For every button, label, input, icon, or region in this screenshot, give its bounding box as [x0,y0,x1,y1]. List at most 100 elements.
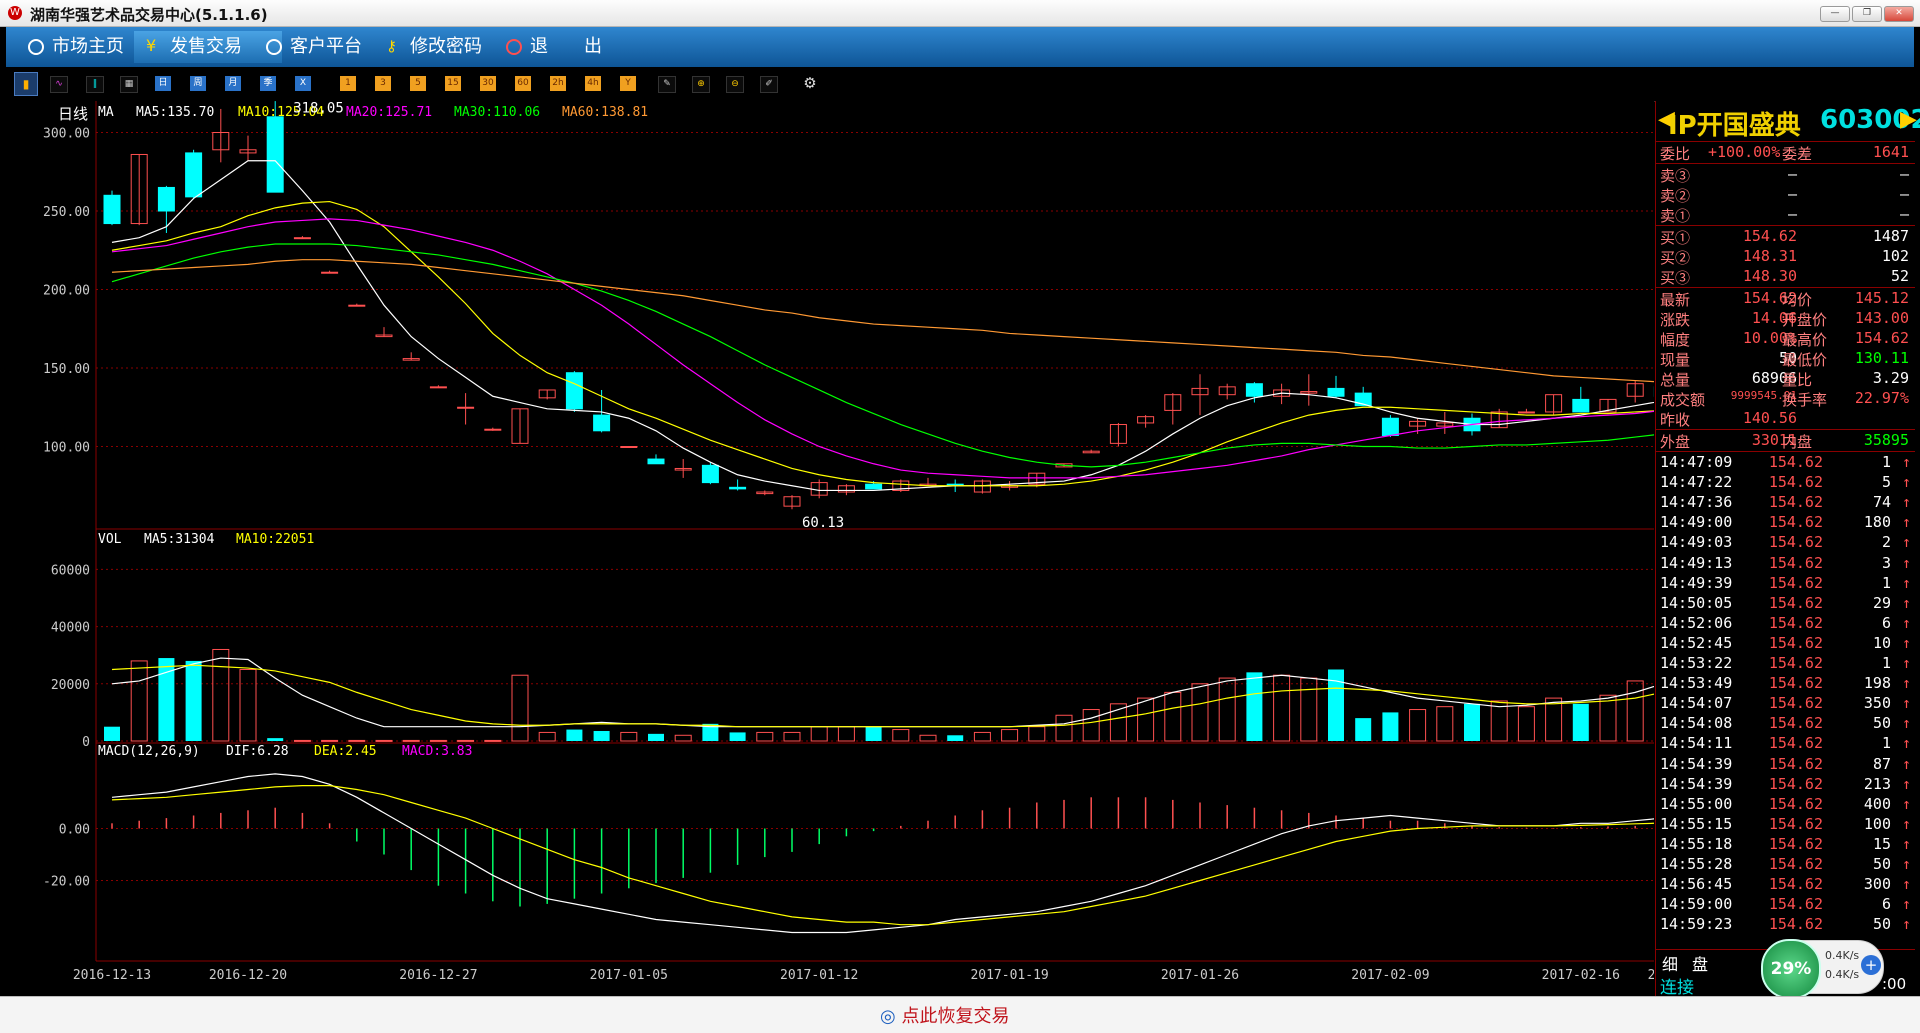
date-label: 2017-01-05 [590,968,668,983]
settings-gear-icon[interactable]: ⚙ [802,76,818,91]
volume-bar-up [293,739,311,742]
stat-value-2: 130.11 [1854,349,1909,367]
volume-bar-down [1382,712,1399,741]
period-day-button[interactable]: 日 [155,76,171,91]
date-label: 2017-02-16 [1542,968,1620,983]
period-3min-button[interactable]: 3 [375,76,391,91]
macd-legend-item: MACD:3.83 [402,744,472,759]
period-5min-button[interactable]: 5 [410,76,426,91]
period-1min-button[interactable]: 1 [340,76,356,91]
tick-time: 14:49:39 [1660,573,1733,592]
line-chart-icon[interactable]: ∿ [50,76,68,93]
macd-legend-item: MACD(12,26,9) [98,744,200,759]
stat-label-2: 换手率 [1782,391,1828,409]
tick-price: 154.62 [1768,794,1823,813]
candle-body-up [321,271,339,274]
period-2h-button[interactable]: 2h [550,76,566,91]
calendar-icon[interactable]: ▦ [120,76,138,93]
tick-volume: 6 [1881,613,1891,632]
volume-bar-up [375,739,393,742]
volume-bar-down [185,660,202,741]
price-ma60-line [111,259,1654,383]
period-year-button[interactable]: Y [620,76,636,91]
restore-trade-link[interactable]: ◎ 点此恢复交易 [880,1002,1009,1028]
vol-legend-item: VOL [98,532,122,547]
candle-chart-icon[interactable]: ‖ [86,76,104,93]
volume-bar-down [729,732,746,741]
macd-tick-label: 0.00 [59,823,90,838]
tick-up-arrow-icon: ↑ [1901,915,1911,934]
period-month-button[interactable]: 月 [225,76,241,91]
sell-volume: — [1899,185,1909,203]
tick-row: 14:49:13 154.62 3 ↑ [1656,554,1915,574]
maximize-button[interactable]: ❐ [1852,6,1882,22]
stat-label-2: 量比 [1782,371,1813,389]
kline-chart-area[interactable]: 300.00 250.00 200.00 150.00 100.00 60000 40000… [6,101,1654,996]
stat-row: 成交额 9999545.01 换手率 22.97% [1656,389,1915,409]
tick-time: 14:54:11 [1660,734,1733,753]
kline-chart-icon[interactable]: ▮ [14,72,38,96]
sell-price: — [1787,205,1797,223]
volume-bar-up [1409,709,1427,742]
tick-price: 154.62 [1768,533,1823,552]
tick-row: 14:55:18 154.62 15 ↑ [1656,835,1915,855]
stat-label-2: 开盘价 [1782,311,1828,329]
tick-up-arrow-icon: ↑ [1901,794,1911,813]
power-icon [506,39,522,55]
period-x-button[interactable]: X [295,76,311,91]
tick-volume: 100 [1863,814,1891,833]
next-stock-arrow-icon[interactable]: ▶ [1900,107,1917,132]
price-tick-label: 200.00 [43,284,90,299]
zoom-in-icon[interactable]: ⊕ [692,76,710,93]
minimize-button[interactable]: — [1820,6,1850,22]
quote-separator [1656,163,1915,164]
volume-bar-up [1218,677,1236,742]
period-4h-button[interactable]: 4h [585,76,601,91]
market-home-icon [28,39,44,55]
date-label: 2017-01-19 [970,968,1048,983]
tick-volume: 3 [1881,553,1891,572]
candle-body-down [865,483,883,490]
sell-level-row: 卖② — — [1656,185,1915,205]
candle-body-down [701,464,719,484]
candle-body-down [1381,417,1399,437]
vol-tick-label: 20000 [51,678,90,693]
tick-up-arrow-icon: ↑ [1901,694,1911,713]
draw-tool-icon[interactable]: ✎ [658,76,676,93]
window-title: 湖南华强艺术品交易中心(5.1.1.6) [30,6,268,24]
menu-exit-label: 退 出 [530,36,602,57]
period-30min-button[interactable]: 30 [480,76,496,91]
buy-price: 148.31 [1742,247,1797,265]
tick-up-arrow-icon: ↑ [1901,875,1911,894]
period-season-button[interactable]: 季 [260,76,276,91]
menu-exit[interactable]: 退 出 [494,31,640,63]
volume-bar-up [1626,680,1644,742]
price-tick-label: 300.00 [43,127,90,142]
network-speed-widget[interactable]: 29% 0.4K/s 0.4K/s + [1761,939,1884,999]
tab-detail[interactable]: 细 [1662,951,1678,975]
macd-tick-label: -20.00 [43,875,90,890]
tab-panel[interactable]: 盘 [1692,951,1708,975]
close-button[interactable]: ✕ [1884,6,1914,22]
period-week-button[interactable]: 周 [190,76,206,91]
tick-volume: 300 [1863,875,1891,894]
volume-bar-down [865,726,882,741]
speed-boost-icon[interactable]: + [1861,955,1881,975]
volume-bar-up [429,739,447,742]
stat-value-2: 143.00 [1854,309,1909,327]
stat-value-2: 145.12 [1854,289,1909,307]
period-15min-button[interactable]: 15 [445,76,461,91]
volume-bar-up [130,660,148,742]
zoom-out-icon[interactable]: ⊖ [726,76,744,93]
date-label: 2017-02-09 [1351,968,1429,983]
tick-row: 14:52:06 154.62 6 ↑ [1656,614,1915,634]
tick-time: 14:59:00 [1660,895,1733,914]
sell-label: 卖③ [1660,167,1691,185]
buy-label: 买② [1660,249,1691,267]
vol-tick-label: 0 [82,735,90,750]
outer-label: 外盘 [1660,433,1691,451]
tick-row: 14:54:08 154.62 50 ↑ [1656,714,1915,734]
pen-icon[interactable]: ✐ [760,76,778,93]
buy-volume: 1487 [1872,227,1909,245]
period-60min-button[interactable]: 60 [515,76,531,91]
